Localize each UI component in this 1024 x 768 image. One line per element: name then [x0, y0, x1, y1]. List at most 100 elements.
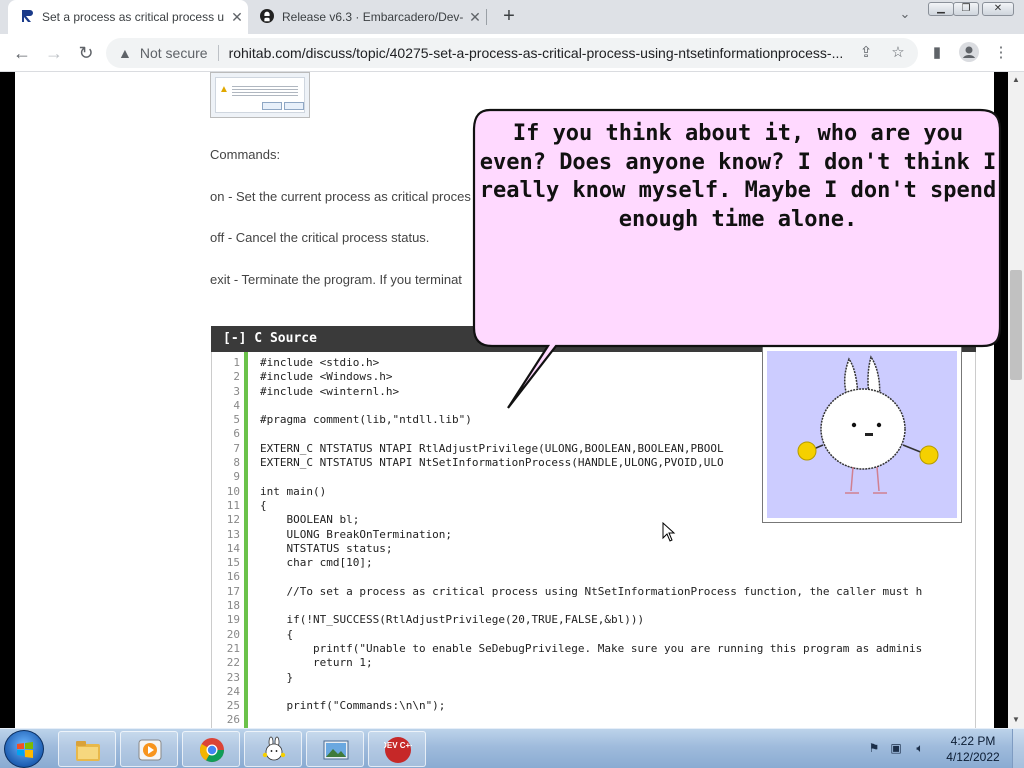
minimize-button[interactable]: ▁: [928, 2, 954, 16]
close-tab-icon[interactable]: ✕: [464, 9, 486, 26]
action-center-flag-icon[interactable]: ⚑: [866, 741, 882, 757]
line-number: 23: [226, 670, 240, 684]
tab-divider: [486, 9, 487, 25]
paragraph-exit: exit - Terminate the program. If you ter…: [210, 272, 462, 287]
line-number: 11: [226, 498, 240, 512]
line-number: 13: [226, 527, 240, 541]
close-tab-icon[interactable]: ✕: [226, 9, 248, 26]
github-icon: [260, 8, 274, 26]
folder-icon: [76, 741, 100, 761]
speech-bubble-text: If you think about it, who are you even?…: [479, 121, 997, 232]
volume-icon[interactable]: 🔈︎: [912, 741, 928, 757]
code-text: EXTERN_C NTSTATUS NTAPI NtSetInformation…: [260, 456, 724, 470]
dialog-button: [262, 102, 282, 110]
code-line: 24: [212, 685, 922, 699]
tab-rohitab[interactable]: Set a process as critical process u ✕: [8, 0, 248, 34]
line-number: 7: [233, 441, 240, 455]
share-icon[interactable]: ⇪: [856, 43, 876, 63]
line-number: 18: [226, 599, 240, 613]
line-number: 19: [226, 613, 240, 627]
back-arrow-icon[interactable]: ←: [10, 41, 34, 65]
start-button[interactable]: [4, 730, 44, 768]
line-number: 1: [233, 356, 240, 369]
code-text: }: [260, 670, 294, 684]
new-tab-button[interactable]: +: [498, 5, 520, 27]
paragraph-off: off - Cancel the critical process status…: [210, 230, 430, 245]
maximize-button[interactable]: ❐: [953, 2, 979, 16]
forward-arrow-icon[interactable]: →: [42, 41, 66, 65]
url-text[interactable]: rohitab.com/discuss/topic/40275-set-a-pr…: [229, 45, 849, 61]
code-text: //To set a process as critical process u…: [260, 584, 923, 598]
menu-kebab-icon[interactable]: ⋮: [990, 42, 1012, 64]
line-number: 16: [226, 570, 240, 584]
taskbar-clock[interactable]: 4:22 PM 4/12/2022: [938, 733, 1008, 765]
network-icon[interactable]: ▣: [888, 741, 904, 757]
line-number: 21: [226, 641, 240, 655]
show-desktop-button[interactable]: [1012, 729, 1024, 768]
address-divider: [217, 45, 219, 61]
mouse-cursor-icon: [662, 521, 676, 547]
address-bar[interactable]: ▲ Not secure rohitab.com/discuss/topic/4…: [106, 38, 918, 68]
taskbar: DEV C++ ⚑ ▣ 🔈︎ 4:22 PM 4/12/2022: [0, 728, 1024, 768]
tab-search-chevron-icon[interactable]: ⌄: [895, 6, 915, 26]
code-text: ULONG BreakOnTermination;: [260, 527, 453, 541]
code-text: #include <stdio.h>: [260, 356, 380, 369]
line-number: 17: [226, 584, 240, 598]
windows-logo-icon: [17, 742, 33, 758]
code-text: int main(): [260, 484, 327, 498]
dialog-button: [284, 102, 304, 110]
paragraph-on: on - Set the current process as critical…: [210, 189, 471, 204]
line-number: 9: [233, 470, 240, 484]
reload-icon[interactable]: ↻: [74, 41, 98, 65]
commands-heading: Commands:: [210, 147, 281, 162]
taskbar-chrome[interactable]: [182, 731, 240, 767]
side-panel-icon[interactable]: ▮: [926, 42, 948, 64]
line-number: 3: [233, 384, 240, 398]
taskbar-dev-cpp[interactable]: DEV C++: [368, 731, 426, 767]
code-line: 16: [212, 570, 922, 584]
code-line: 18: [212, 599, 922, 613]
dialog-text-lines: [232, 84, 298, 98]
code-text: BOOLEAN bl;: [260, 513, 360, 527]
line-number: 20: [226, 627, 240, 641]
scroll-down-arrow-icon[interactable]: ▼: [1008, 712, 1024, 728]
scrollbar-thumb[interactable]: [1010, 270, 1022, 380]
line-number: 15: [226, 556, 240, 570]
bookmark-star-icon[interactable]: ☆: [888, 43, 908, 63]
scroll-up-arrow-icon[interactable]: ▲: [1008, 72, 1024, 88]
taskbar-bunny-app[interactable]: [244, 731, 302, 767]
tab-strip: Set a process as critical process u ✕ Re…: [0, 0, 1024, 34]
tab-github[interactable]: Release v6.3 · Embarcadero/Dev- ✕: [250, 0, 486, 34]
picture-icon: [323, 740, 349, 760]
line-number: 10: [226, 484, 240, 498]
code-text: EXTERN_C NTSTATUS NTAPI RtlAdjustPrivile…: [260, 441, 724, 455]
line-number: 12: [226, 513, 240, 527]
bunny-background: [767, 351, 957, 518]
warning-triangle-icon[interactable]: ▲: [118, 45, 132, 61]
close-window-button[interactable]: ✕: [982, 2, 1014, 16]
vertical-scrollbar[interactable]: ▲ ▼: [1008, 72, 1024, 728]
system-tray: ⚑ ▣ 🔈︎: [866, 729, 934, 768]
code-text: if(!NT_SUCCESS(RtlAdjustPrivilege(20,TRU…: [260, 613, 645, 627]
dialog-screenshot-image[interactable]: ▲: [210, 72, 310, 118]
bunny-window[interactable]: [762, 346, 962, 523]
code-line: 14 NTSTATUS status;: [212, 542, 922, 556]
security-label: Not secure: [139, 45, 208, 61]
code-line: 22 return 1;: [212, 656, 922, 670]
line-number: 24: [226, 684, 240, 698]
code-line: 26: [212, 713, 922, 727]
line-number: 25: [226, 699, 240, 713]
profile-avatar-icon[interactable]: [958, 42, 980, 64]
taskbar-explorer[interactable]: [58, 731, 116, 767]
taskbar-media-player[interactable]: [120, 731, 178, 767]
page-left-border: [0, 72, 15, 728]
line-number: 5: [233, 413, 240, 427]
code-text: printf("Unable to enable SeDebugPrivileg…: [260, 641, 923, 655]
code-line: 13 ULONG BreakOnTermination;: [212, 528, 922, 542]
code-line: 17 //To set a process as critical proces…: [212, 584, 923, 599]
clock-time: 4:22 PM: [950, 734, 996, 748]
code-text: NTSTATUS status;: [260, 541, 393, 555]
taskbar-image-viewer[interactable]: [306, 731, 364, 767]
code-text: #pragma comment(lib,"ntdll.lib"): [260, 413, 472, 427]
code-line: 25 printf("Commands:\n\n");: [212, 699, 922, 713]
